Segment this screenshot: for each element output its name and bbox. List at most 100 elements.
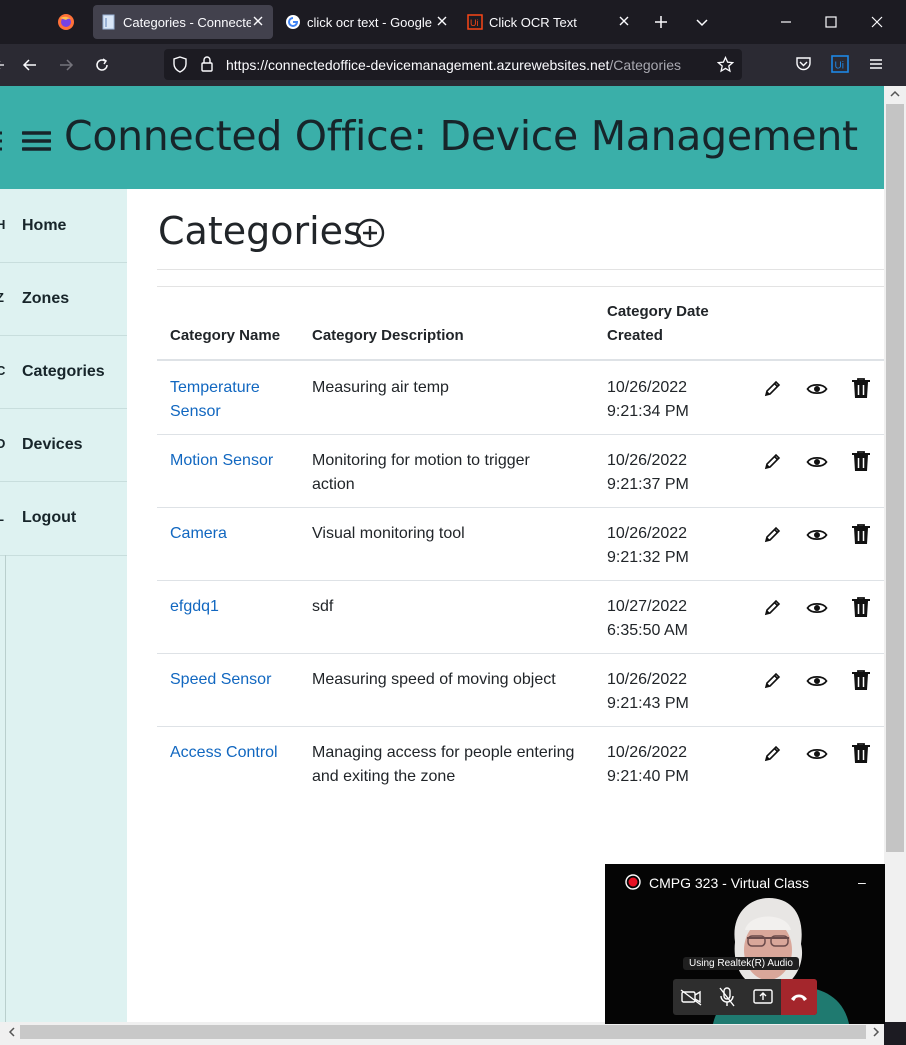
category-description: Managing access for people entering	[312, 744, 575, 761]
tab-categories[interactable]: Categories - Connected	[93, 5, 273, 39]
scroll-up-arrow-icon[interactable]	[886, 88, 904, 100]
category-name-link[interactable]: Temperature	[170, 376, 260, 400]
edit-pencil-icon[interactable]	[763, 451, 783, 471]
category-time: 9:21:32 PM	[607, 549, 689, 566]
view-eye-icon[interactable]	[806, 673, 828, 689]
delete-trash-icon[interactable]	[851, 742, 871, 764]
header-edge-glyph	[0, 130, 4, 152]
back-arrow-icon[interactable]	[22, 57, 38, 73]
delete-trash-icon[interactable]	[851, 523, 871, 545]
lock-icon[interactable]	[200, 56, 214, 72]
url-text[interactable]: https://connectedoffice-devicemanagement…	[226, 57, 681, 73]
tab-google-search[interactable]: click ocr text - Google S	[277, 5, 457, 39]
sidebar-toggle-icon[interactable]	[0, 57, 6, 73]
close-tab-icon[interactable]	[617, 14, 631, 28]
forward-arrow-icon[interactable]	[58, 57, 74, 73]
category-name-link[interactable]: Speed Sensor	[170, 668, 271, 692]
pocket-icon[interactable]	[795, 56, 812, 72]
sidebar-item-label: Devices	[22, 436, 83, 453]
delete-trash-icon[interactable]	[851, 450, 871, 472]
close-tab-icon[interactable]	[435, 14, 449, 28]
minimize-window-icon[interactable]	[778, 14, 794, 30]
sidebar-edge-glyph: L	[0, 509, 4, 524]
edit-pencil-icon[interactable]	[763, 524, 783, 544]
tab-title: Click OCR Text	[489, 14, 577, 30]
sidebar-item-home[interactable]: H Home	[0, 189, 127, 263]
site-title: Connected Office: Device Management	[64, 112, 858, 160]
edit-pencil-icon[interactable]	[763, 743, 783, 763]
vertical-scrollbar-thumb[interactable]	[886, 104, 904, 852]
category-time: 9:21:37 PM	[607, 476, 689, 493]
table-row: Temperature Sensor Measuring air temp 10/26…	[157, 361, 884, 435]
category-date: 10/26/2022	[607, 452, 688, 469]
category-description: Visual monitoring tool	[312, 525, 465, 542]
hamburger-menu-icon[interactable]	[22, 130, 51, 152]
category-description: and exiting the zone	[312, 768, 456, 785]
close-tab-icon[interactable]	[251, 14, 265, 28]
category-description: Monitoring for motion to trigger	[312, 452, 530, 469]
view-eye-icon[interactable]	[806, 381, 828, 397]
delete-trash-icon[interactable]	[851, 669, 871, 691]
table-row: Camera Visual monitoring tool 10/26/2022 9:…	[157, 507, 884, 581]
uipath-icon: Ui	[467, 14, 483, 30]
hang-up-icon[interactable]	[781, 979, 817, 1015]
sidebar-item-logout[interactable]: L Logout	[0, 481, 127, 556]
meeting-title: CMPG 323 - Virtual Class	[649, 875, 810, 891]
minimize-meeting-icon[interactable]: –	[858, 874, 866, 890]
edit-pencil-icon[interactable]	[763, 597, 783, 617]
add-category-icon[interactable]	[355, 218, 385, 248]
meeting-overlay[interactable]: CMPG 323 - Virtual Class – Using Realtek…	[605, 864, 885, 1024]
category-date: 10/26/2022	[607, 525, 688, 542]
chevron-down-icon[interactable]	[694, 14, 710, 30]
menu-icon[interactable]	[868, 56, 884, 72]
category-name-link[interactable]: Camera	[170, 522, 227, 546]
sidebar-item-label: Categories	[22, 363, 105, 380]
scroll-right-arrow-icon[interactable]	[870, 1025, 882, 1039]
view-eye-icon[interactable]	[806, 746, 828, 762]
sidebar: H Home Z Zones C Categories D Devices L …	[0, 189, 127, 1022]
reload-icon[interactable]	[94, 57, 110, 73]
category-name-link[interactable]: Motion Sensor	[170, 449, 273, 473]
camera-off-icon[interactable]	[673, 979, 709, 1015]
view-eye-icon[interactable]	[806, 600, 828, 616]
shield-icon[interactable]	[172, 56, 188, 73]
view-eye-icon[interactable]	[806, 454, 828, 470]
horizontal-scrollbar-thumb[interactable]	[20, 1025, 866, 1039]
bookmark-star-icon[interactable]	[717, 56, 734, 73]
maximize-window-icon[interactable]	[823, 14, 839, 30]
browser-tab-strip: Categories - Connected click ocr text - …	[0, 0, 906, 44]
audio-device-label: Using Realtek(R) Audio	[683, 957, 799, 970]
page-title: Categories	[158, 209, 363, 253]
sidebar-edge-glyph: Z	[0, 290, 4, 305]
category-time: 9:21:40 PM	[607, 768, 689, 785]
view-eye-icon[interactable]	[806, 527, 828, 543]
category-description: sdf	[312, 598, 334, 615]
category-description: Measuring speed of moving object	[312, 671, 556, 688]
share-screen-icon[interactable]	[745, 979, 781, 1015]
delete-trash-icon[interactable]	[851, 377, 871, 399]
column-header-date: Category Date Created	[607, 303, 709, 344]
tab-title: Categories - Connected	[123, 14, 251, 30]
edit-pencil-icon[interactable]	[763, 378, 783, 398]
new-tab-icon[interactable]	[653, 14, 669, 30]
edit-pencil-icon[interactable]	[763, 670, 783, 690]
category-name-link[interactable]: efgdq1	[170, 595, 219, 619]
sidebar-edge-glyph: C	[0, 363, 6, 378]
table-row: Access Control Managing access for people…	[157, 726, 884, 799]
url-host: https://connectedoffice-devicemanagement…	[226, 57, 610, 73]
sidebar-item-zones[interactable]: Z Zones	[0, 262, 127, 336]
tab-title: click ocr text - Google S	[307, 14, 435, 30]
category-name-link[interactable]: Access Control	[170, 741, 278, 765]
uipath-extension-icon[interactable]: Ui	[831, 55, 849, 73]
category-time: 9:21:43 PM	[607, 695, 689, 712]
delete-trash-icon[interactable]	[851, 596, 871, 618]
scroll-left-arrow-icon[interactable]	[6, 1025, 18, 1039]
sidebar-edge-glyph: D	[0, 436, 6, 451]
sidebar-item-devices[interactable]: D Devices	[0, 408, 127, 482]
sidebar-item-categories[interactable]: C Categories	[0, 335, 127, 409]
firefox-icon[interactable]	[57, 13, 75, 31]
microphone-muted-icon[interactable]	[709, 979, 745, 1015]
category-name-link[interactable]: Sensor	[170, 400, 221, 424]
close-window-icon[interactable]	[869, 14, 885, 30]
tab-click-ocr-text[interactable]: Ui Click OCR Text	[459, 5, 639, 39]
